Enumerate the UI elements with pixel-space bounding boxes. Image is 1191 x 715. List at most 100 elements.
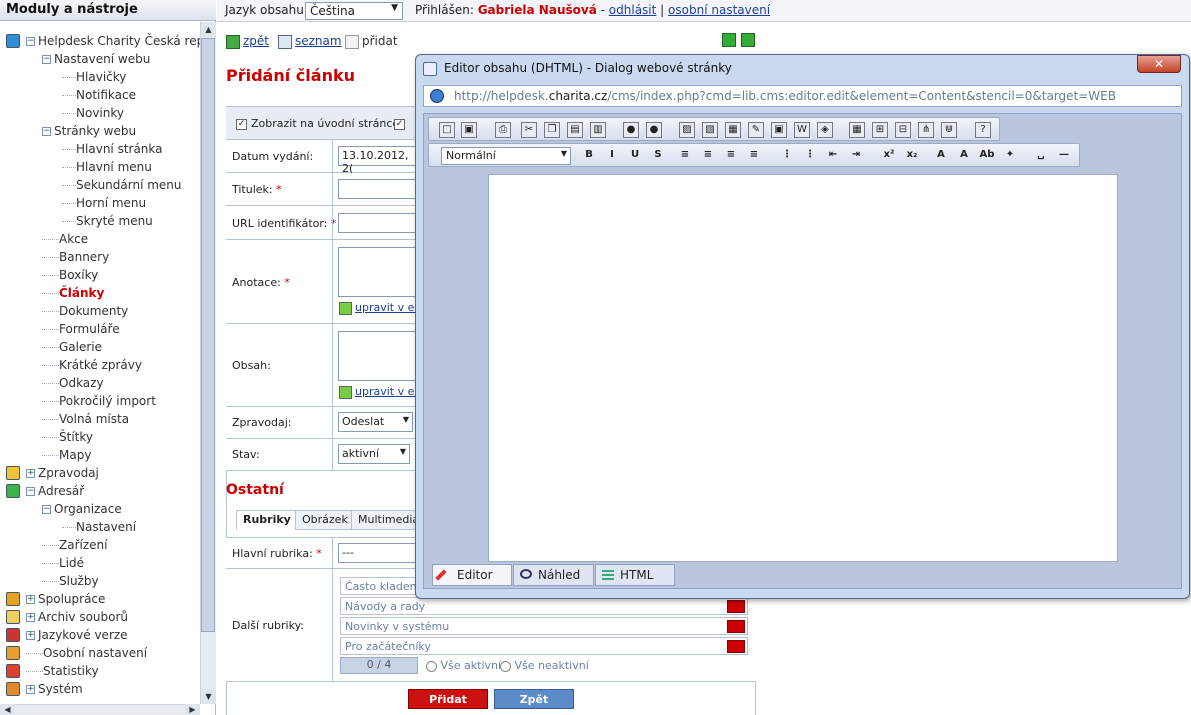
media-icon[interactable]: ▧ — [702, 122, 718, 138]
cell-icon[interactable]: ⊞ — [872, 122, 888, 138]
underline-icon[interactable]: U — [627, 148, 643, 164]
scroll-up-icon[interactable]: ▲ — [201, 22, 216, 37]
tree-item[interactable]: Sekundární menu — [62, 176, 182, 194]
tree-item[interactable]: Osobní nastavení — [26, 644, 147, 662]
tree-item[interactable]: Odkazy — [42, 374, 104, 392]
link-icon[interactable]: ● — [623, 122, 639, 138]
expand-icon[interactable] — [741, 33, 755, 47]
tree-item[interactable]: Volná místa — [42, 410, 129, 428]
tree-item[interactable]: Formuláře — [42, 320, 120, 338]
tree-item[interactable]: Bannery — [42, 248, 109, 266]
toggle-icon[interactable] — [727, 640, 745, 653]
tree-item[interactable]: Notifikace — [62, 86, 136, 104]
ordered-list-icon[interactable]: ⋮ — [779, 148, 795, 164]
special-icon[interactable]: ✎ — [748, 122, 764, 138]
all-inactive-radio[interactable]: Vše neaktivní — [500, 659, 589, 672]
toggle-icon[interactable] — [727, 600, 745, 613]
expand-icon[interactable]: + — [26, 685, 35, 694]
collapse-icon[interactable]: − — [42, 127, 51, 136]
paste-text-icon[interactable]: ▥ — [590, 122, 606, 138]
tree-item[interactable]: Novinky — [62, 104, 124, 122]
submit-button[interactable]: Přidat — [408, 689, 488, 709]
tab-editor[interactable]: Editor — [432, 564, 512, 586]
print-icon[interactable]: ⎙ — [495, 122, 511, 138]
tab-obrazek[interactable]: Obrázek — [295, 510, 355, 530]
add-button[interactable]: přidat — [345, 33, 398, 49]
tree-item[interactable]: − Adresář — [26, 482, 84, 500]
tree-item[interactable]: −Helpdesk Charity Česká repub — [26, 32, 200, 50]
content-language-select[interactable]: Čeština ▼ — [305, 2, 403, 20]
expand-icon[interactable]: + — [26, 595, 35, 604]
tree-item[interactable]: Služby — [42, 572, 99, 590]
table-icon[interactable]: ▦ — [849, 122, 865, 138]
word-icon[interactable]: W — [794, 122, 810, 138]
close-button[interactable]: ✕ — [1137, 55, 1181, 73]
italic-icon[interactable]: I — [604, 148, 620, 164]
flash-icon[interactable]: ▦ — [725, 122, 741, 138]
horizontal-scrollbar[interactable] — [0, 704, 200, 715]
format-select[interactable]: Normální ▼ — [441, 147, 571, 165]
editor-content-area[interactable] — [488, 174, 1118, 562]
help-icon[interactable]: ? — [975, 122, 991, 138]
back-button[interactable]: zpět — [226, 33, 269, 49]
merge-icon[interactable]: ⋓ — [941, 122, 957, 138]
tree-item[interactable]: Lidé — [42, 554, 84, 572]
collapse-icon[interactable]: − — [26, 37, 35, 46]
show-home-checkbox[interactable]: ✓ Zobrazit na úvodní stránce — [236, 117, 399, 130]
row-icon[interactable]: ⊟ — [895, 122, 911, 138]
align-right-icon[interactable]: ≡ — [723, 148, 739, 164]
tree-item[interactable]: Články — [42, 284, 104, 302]
align-center-icon[interactable]: ≡ — [700, 148, 716, 164]
justify-icon[interactable]: ≡ — [746, 148, 762, 164]
cut-icon[interactable]: ✂ — [521, 122, 537, 138]
save-icon[interactable]: ▣ — [461, 122, 477, 138]
tree-item[interactable]: + Jazykové verze — [26, 626, 128, 644]
edit-annotation-link[interactable]: upravit v ed — [339, 301, 421, 315]
tab-preview[interactable]: Náhled — [513, 564, 594, 586]
tree-item[interactable]: − Nastavení webu — [42, 50, 150, 68]
tree-item[interactable]: + Archiv souborů — [26, 608, 128, 626]
expand-icon[interactable]: + — [26, 613, 35, 622]
new-doc-icon[interactable]: □ — [439, 122, 455, 138]
hr-icon[interactable]: — — [1056, 148, 1072, 164]
tree-item[interactable]: Horní menu — [62, 194, 146, 212]
tree-item[interactable]: Hlavní menu — [62, 158, 152, 176]
align-left-icon[interactable]: ≡ — [677, 148, 693, 164]
indent-icon[interactable]: ⇥ — [848, 148, 864, 164]
scrollbar-thumb[interactable] — [201, 38, 215, 632]
content-textarea[interactable] — [338, 331, 418, 381]
tree-item[interactable]: Štítky — [42, 428, 93, 446]
paste-icon[interactable]: ▤ — [567, 122, 583, 138]
list-button[interactable]: seznam — [278, 33, 342, 49]
collapse-icon[interactable]: − — [42, 505, 51, 514]
tree-item[interactable]: Hlavičky — [62, 68, 126, 86]
pdf-icon[interactable]: ▣ — [771, 122, 787, 138]
outdent-icon[interactable]: ⇤ — [825, 148, 841, 164]
toggle-icon[interactable] — [727, 620, 745, 633]
tree-item[interactable]: Nastavení — [62, 518, 136, 536]
object-icon[interactable]: ◈ — [817, 122, 833, 138]
expand-icon[interactable]: + — [26, 631, 35, 640]
refresh-icon[interactable] — [722, 33, 736, 47]
tree-item[interactable]: Dokumenty — [42, 302, 128, 320]
bullet-list-icon[interactable]: ⋮ — [802, 148, 818, 164]
tab-html[interactable]: HTML — [595, 564, 675, 586]
scroll-down-icon[interactable]: ▼ — [201, 689, 216, 704]
tree-item[interactable]: Akce — [42, 230, 88, 248]
tree-item[interactable]: + Systém — [26, 680, 83, 698]
rubric-item[interactable]: Novinky v systému — [340, 617, 748, 635]
scroll-right-icon[interactable]: ▶ — [185, 704, 200, 715]
split-icon[interactable]: ⋔ — [918, 122, 934, 138]
font-size-down-icon[interactable]: A — [956, 148, 972, 164]
tree-item[interactable]: Krátké zprávy — [42, 356, 142, 374]
tree-item[interactable]: Boxíky — [42, 266, 98, 284]
bold-icon[interactable]: B — [581, 148, 597, 164]
space-icon[interactable]: ␣ — [1033, 148, 1049, 164]
annotation-textarea[interactable] — [338, 247, 418, 297]
scroll-left-icon[interactable]: ◀ — [0, 704, 15, 715]
font-size-up-icon[interactable]: A — [933, 148, 949, 164]
back-form-button[interactable]: Zpět — [494, 689, 574, 709]
tree-item[interactable]: Galerie — [42, 338, 102, 356]
tree-item[interactable]: Pokročilý import — [42, 392, 156, 410]
tree-item[interactable]: − Organizace — [42, 500, 122, 518]
